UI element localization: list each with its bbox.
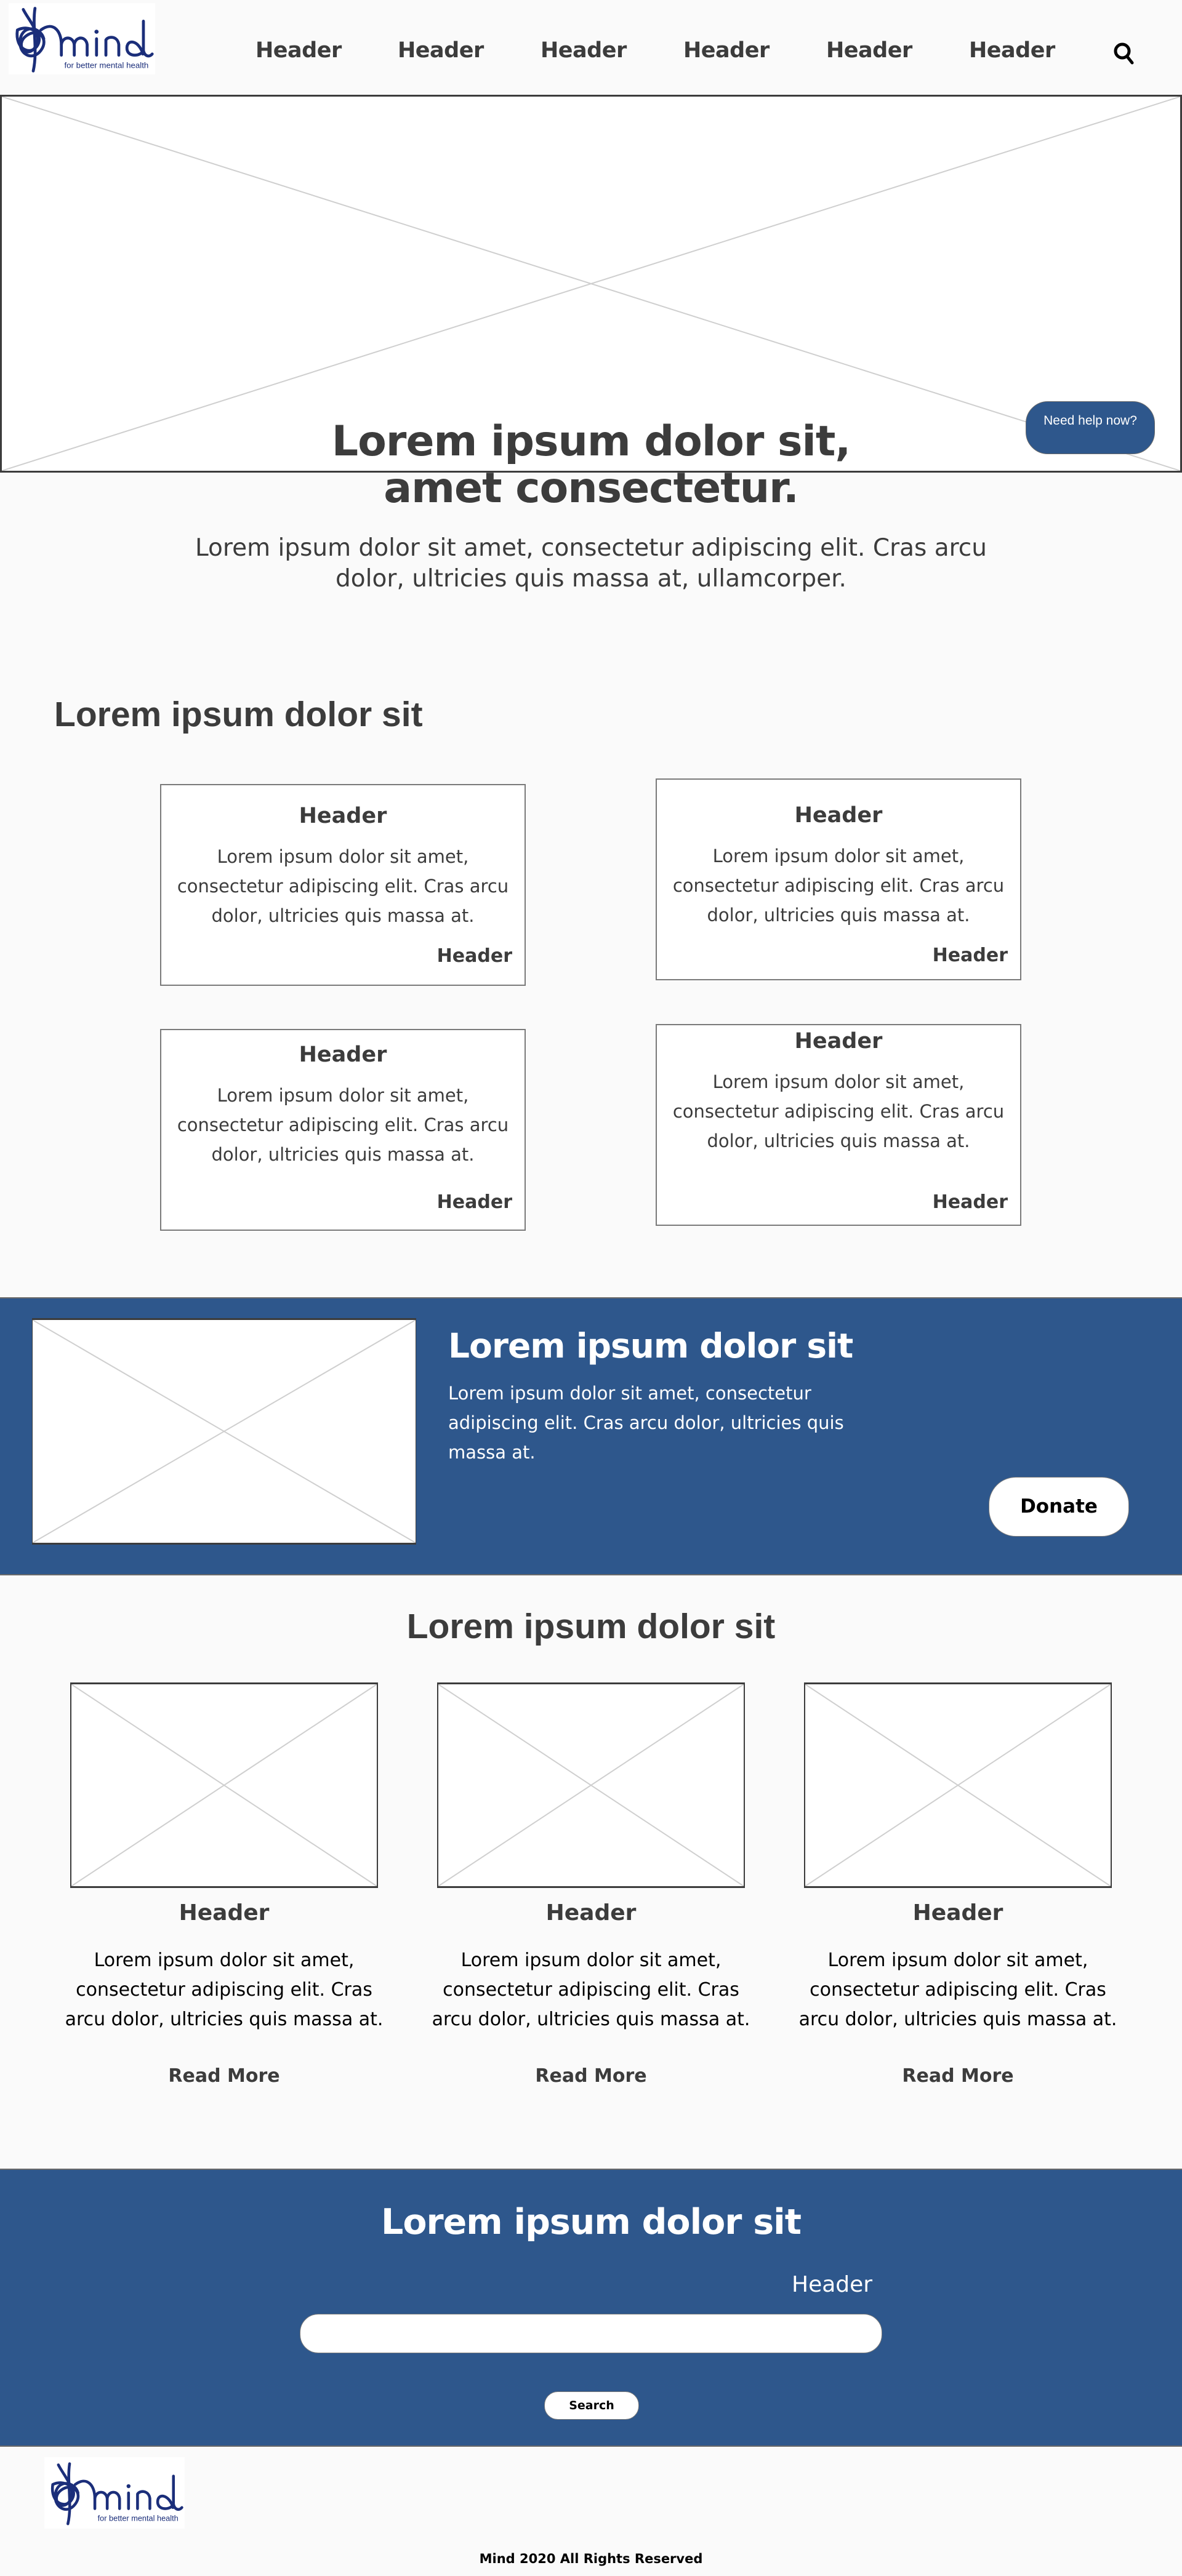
read-more-link[interactable]: Read More [64,2065,384,2087]
hero-title: Lorem ipsum dolor sit, amet consectetur. [0,418,1182,512]
card-link[interactable]: Header [437,1191,512,1213]
card-body: Lorem ipsum dolor sit amet, consectetur … [672,1071,1005,1151]
search-input[interactable] [300,2314,882,2353]
info-card: Header Lorem ipsum dolor sit amet, conse… [160,1029,526,1231]
copyright-text: Mind 2020 All Rights Reserved [479,2551,703,2566]
hero-image-placeholder [0,95,1182,473]
nav-item-3[interactable]: Header [541,38,627,63]
hero-subtitle: Lorem ipsum dolor sit amet, consectetur … [195,534,987,593]
article-title: Header [179,1900,270,1926]
mind-logo-icon [44,2457,185,2529]
read-more-link[interactable]: Read More [798,2065,1118,2087]
nav-item-2[interactable]: Header [398,38,484,63]
donate-image-placeholder [32,1318,416,1545]
articles-section-title: Lorem ipsum dolor sit [406,1607,776,1646]
donate-button[interactable]: Donate [989,1477,1129,1537]
card-link[interactable]: Header [437,945,512,967]
nav-item-6[interactable]: Header [969,38,1055,63]
card-title: Header [299,1042,387,1067]
article-title: Header [912,1900,1003,1926]
card-link[interactable]: Header [933,945,1008,966]
nav-item-4[interactable]: Header [683,38,770,63]
search-button[interactable]: Search [544,2391,639,2420]
donate-band-title: Lorem ipsum dolor sit [448,1326,853,1366]
footer-logo[interactable] [44,2457,185,2529]
info-card: Header Lorem ipsum dolor sit amet, conse… [160,784,526,986]
card-link[interactable]: Header [933,1191,1008,1213]
donate-band-body: Lorem ipsum dolor sit amet, consectetur … [448,1383,844,1463]
info-card: Header Lorem ipsum dolor sit amet, conse… [656,778,1021,980]
card-body: Lorem ipsum dolor sit amet, consectetur … [177,1085,509,1165]
article-title: Header [545,1900,637,1926]
need-help-button[interactable]: Need help now? [1026,401,1155,454]
hero-title-line-1: Lorem ipsum dolor sit, [331,417,851,466]
brand-logo[interactable] [9,3,155,74]
info-card: Header Lorem ipsum dolor sit amet, conse… [656,1024,1021,1226]
cards-section-title: Lorem ipsum dolor sit [54,695,423,734]
nav-item-1[interactable]: Header [255,38,342,63]
mind-logo-icon [9,3,155,74]
search-band-title: Lorem ipsum dolor sit [381,2202,802,2242]
article-body: Lorem ipsum dolor sit amet, consectetur … [432,1950,750,2030]
search-icon[interactable] [1112,41,1136,65]
article-image-placeholder [804,1682,1112,1888]
card-title: Header [794,803,883,828]
card-title: Header [794,1029,883,1054]
hero-title-line-2: amet consectetur. [384,464,799,513]
read-more-link[interactable]: Read More [431,2065,751,2087]
article-image-placeholder [70,1682,378,1888]
article-body: Lorem ipsum dolor sit amet, consectetur … [65,1950,384,2030]
search-field-label: Header [792,2272,873,2297]
card-title: Header [299,804,387,828]
nav-item-5[interactable]: Header [826,38,912,63]
article-image-placeholder [437,1682,745,1888]
article-body: Lorem ipsum dolor sit amet, consectetur … [798,1950,1117,2030]
card-body: Lorem ipsum dolor sit amet, consectetur … [177,846,509,926]
card-body: Lorem ipsum dolor sit amet, consectetur … [672,846,1005,926]
